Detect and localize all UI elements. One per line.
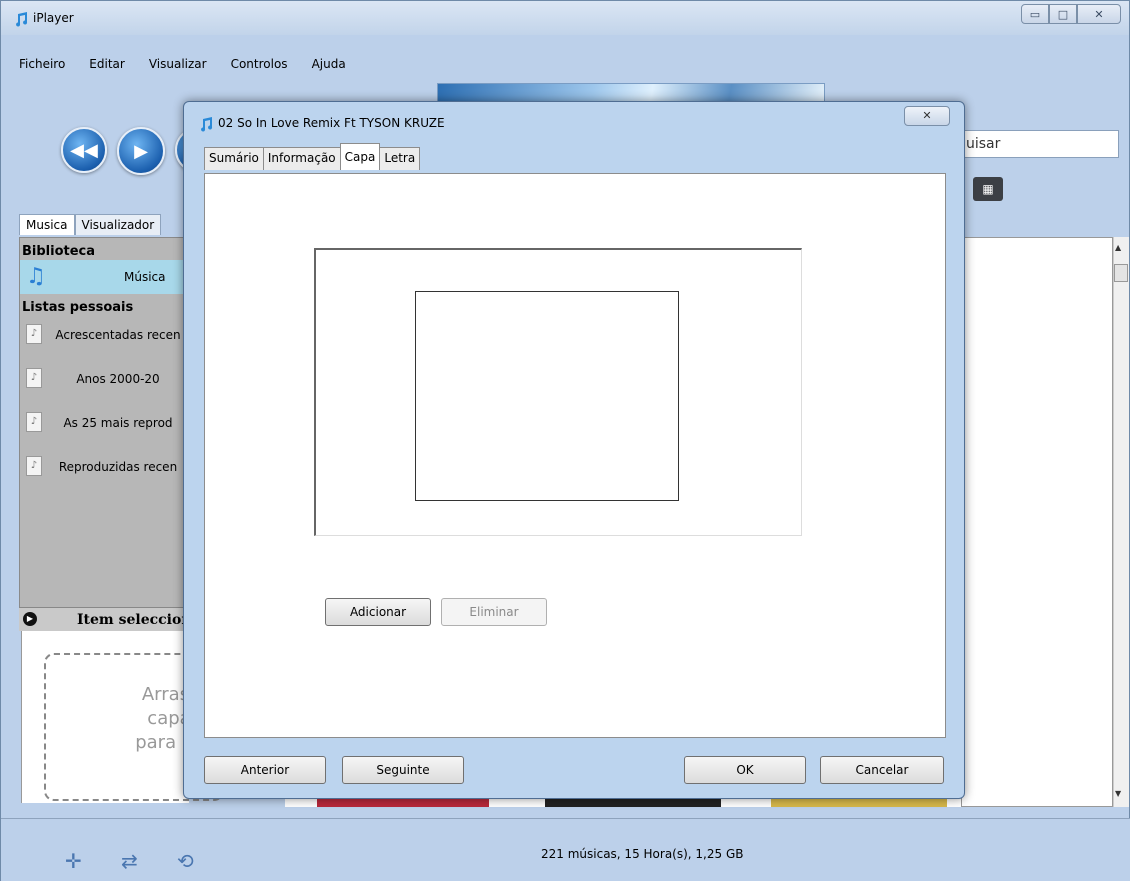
cover-tab-panel: Adicionar Eliminar [204,173,946,738]
scroll-up-icon[interactable]: ▲ [1115,243,1121,252]
grid-view-button[interactable]: ▦ [973,177,1003,201]
menu-bar: Ficheiro Editar Visualizar Controlos Aju… [19,57,370,71]
add-artwork-button[interactable]: Adicionar [325,598,431,626]
shuffle-icon[interactable]: ⇄ [121,849,138,873]
scroll-thumb[interactable] [1114,264,1128,282]
scroll-down-icon[interactable]: ▼ [1115,789,1121,798]
cover-drop-area[interactable]: Arrast capa para ac [21,631,224,803]
library-summary: 221 músicas, 15 Hora(s), 1,25 GB [541,847,744,861]
playlist-item[interactable]: ♪ Acrescentadas recen [20,316,188,360]
ok-button[interactable]: OK [684,756,806,784]
menu-ajuda[interactable]: Ajuda [312,57,346,71]
play-icon: ▶ [134,140,148,162]
playlist-icon: ♪ [26,368,42,388]
playlist-icon: ♪ [26,324,42,344]
dialog-tabs: Sumário Informação Capa Letra [204,143,421,170]
dialog-close-button[interactable]: ✕ [904,106,950,126]
title-bar: iPlayer ▭ □ ✕ [1,1,1129,35]
cancel-button[interactable]: Cancelar [820,756,944,784]
playlist-label: Acrescentadas recen [55,328,181,342]
menu-visualizar[interactable]: Visualizar [149,57,207,71]
playlist-item[interactable]: ♪ As 25 mais reprod [20,404,188,448]
expand-icon: ▶ [23,612,37,626]
close-icon: ✕ [922,109,932,122]
sidebar-item-musica[interactable]: ♫ Música [20,260,188,294]
tab-letra[interactable]: Letra [379,147,421,170]
minimize-icon: ▭ [1029,7,1041,21]
maximize-icon: □ [1057,7,1069,21]
tab-visualizador[interactable]: Visualizador [74,214,162,235]
add-icon[interactable]: ✛ [65,849,82,873]
next-button[interactable]: Seguinte [342,756,464,784]
selected-item-title: Item seleccion [77,612,192,628]
tab-informacao[interactable]: Informação [262,147,341,170]
play-button[interactable]: ▶ [117,127,165,175]
sidebar: Biblioteca ♫ Música Listas pessoais ♪ Ac… [19,237,189,609]
view-tabs: Musica Visualizador [19,214,162,235]
status-bar: ✛ ⇄ ⟲ 221 músicas, 15 Hora(s), 1,25 GB [1,818,1130,881]
tab-sumario[interactable]: Sumário [204,147,264,170]
music-note-icon: ♫ [26,264,46,289]
playlist-label: Reproduzidas recen [58,460,178,474]
rewind-icon: ◀◀ [70,139,98,161]
playlist-label: As 25 mais reprod [63,416,173,430]
grid-view-icon: ▦ [982,182,994,196]
window-controls: ▭ □ ✕ [1021,4,1121,24]
close-button[interactable]: ✕ [1077,4,1121,24]
selected-item-header[interactable]: ▶ Item seleccion [19,607,192,631]
playlists-heading: Listas pessoais [22,300,134,315]
remove-artwork-button: Eliminar [441,598,547,626]
scrollbar[interactable] [1113,237,1129,807]
artwork-image-box [415,291,679,501]
rewind-button[interactable]: ◀◀ [61,127,107,173]
track-list[interactable] [961,237,1113,807]
playlist-icon: ♪ [26,412,42,432]
playlist-label: Anos 2000-20 [76,372,160,386]
maximize-button[interactable]: □ [1049,4,1077,24]
playlist-item[interactable]: ♪ Anos 2000-20 [20,360,188,404]
minimize-button[interactable]: ▭ [1021,4,1049,24]
previous-button[interactable]: Anterior [204,756,326,784]
sidebar-item-label: Música [124,270,166,284]
library-heading: Biblioteca [22,244,96,259]
close-icon: ✕ [1094,7,1104,21]
menu-ficheiro[interactable]: Ficheiro [19,57,65,71]
dialog-title: 02 So In Love Remix Ft TYSON KRUZE [218,116,445,130]
playlist-item[interactable]: ♪ Reproduzidas recen [20,448,188,492]
window-title: iPlayer [33,11,74,25]
properties-dialog: 02 So In Love Remix Ft TYSON KRUZE ✕ Sum… [183,101,965,799]
music-note-icon [16,12,28,27]
repeat-icon[interactable]: ⟲ [177,849,194,873]
tab-capa[interactable]: Capa [339,143,381,170]
playlist-icon: ♪ [26,456,42,476]
menu-editar[interactable]: Editar [89,57,125,71]
search-input[interactable]: uisar [951,130,1119,158]
music-note-icon [201,117,213,132]
tab-musica[interactable]: Musica [19,214,75,235]
menu-controlos[interactable]: Controlos [231,57,288,71]
